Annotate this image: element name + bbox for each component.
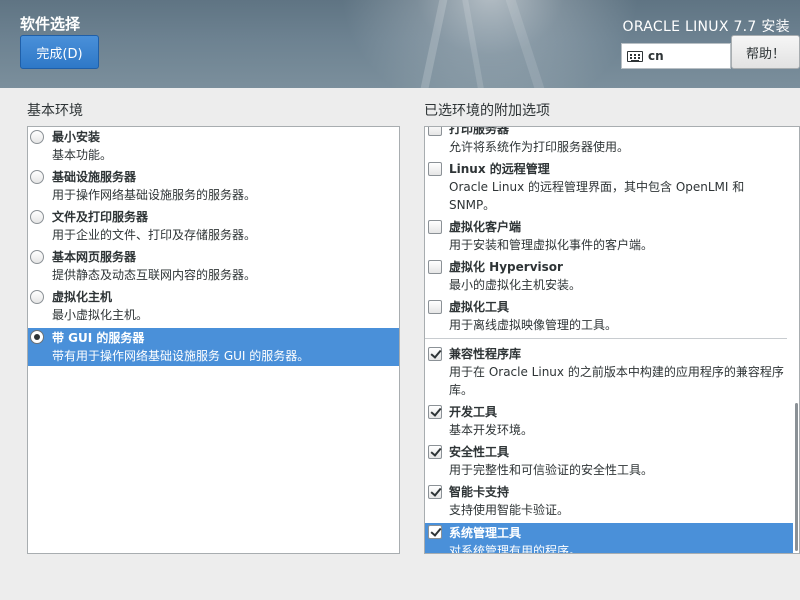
addon-item-desc: 用于安装和管理虚拟化事件的客户端。 [449,238,654,252]
base-env-heading: 基本环境 [27,103,83,119]
addon-item-desc: 基本开发环境。 [449,423,534,437]
checkbox[interactable] [428,162,442,176]
checkbox-checked[interactable] [428,445,442,459]
env-item-name: 文件及打印服务器 [52,210,149,224]
addon-item-name: 智能卡支持 [449,485,510,499]
addon-item-virtualization-hypervisor[interactable]: 虚拟化 Hypervisor 最小的虚拟化主机安装。 [425,258,793,294]
addon-item-name: 安全性工具 [449,445,510,459]
addon-item-desc: 允许将系统作为打印服务器使用。 [449,140,630,154]
addon-item-development-tools[interactable]: 开发工具 基本开发环境。 [425,403,793,439]
checkbox[interactable] [428,260,442,274]
radio-button-selected[interactable] [30,330,44,344]
addon-item-name: Linux 的远程管理 [449,162,550,176]
page-title: 软件选择 [20,15,81,33]
list-separator [425,338,787,339]
checkbox-checked[interactable] [428,525,442,539]
env-item-name: 带 GUI 的服务器 [52,331,145,345]
env-item-desc: 用于操作网络基础设施服务的服务器。 [52,188,257,202]
addon-item-name: 开发工具 [449,405,498,419]
addon-item-desc: 支持使用智能卡验证。 [449,503,570,517]
env-item-desc: 用于企业的文件、打印及存储服务器。 [52,228,257,242]
addons-list: 打印服务器 允许将系统作为打印服务器使用。 Linux 的远程管理 Oracle… [424,126,800,554]
addon-item-desc: 用于离线虚拟映像管理的工具。 [449,318,618,332]
radio-button[interactable] [30,210,44,224]
addon-item-print-server[interactable]: 打印服务器 允许将系统作为打印服务器使用。 [425,126,793,156]
addon-item-name: 兼容性程序库 [449,347,522,361]
env-item-name: 基础设施服务器 [52,170,137,184]
addon-item-virtualization-tools[interactable]: 虚拟化工具 用于离线虚拟映像管理的工具。 [425,298,793,334]
addon-item-name: 虚拟化工具 [449,300,510,314]
env-item-desc: 提供静态及动态互联网内容的服务器。 [52,268,257,282]
base-env-list: 最小安装 基本功能。 基础设施服务器 用于操作网络基础设施服务的服务器。 文件及… [27,126,400,554]
addon-item-remote-management[interactable]: Linux 的远程管理 Oracle Linux 的远程管理界面，其中包含 Op… [425,160,793,214]
keyboard-layout-label: cn [648,49,664,63]
addon-item-desc: 用于完整性和可信验证的安全性工具。 [449,463,654,477]
env-item-name: 最小安装 [52,130,101,144]
addon-item-name: 虚拟化 Hypervisor [449,260,563,274]
addon-item-security-tools[interactable]: 安全性工具 用于完整性和可信验证的安全性工具。 [425,443,793,479]
header-bar: 软件选择 完成(D) ORACLE LINUX 7.7 安装 cn 帮助！ [0,0,800,88]
env-item-desc: 基本功能。 [52,148,113,162]
env-item-infrastructure-server[interactable]: 基础设施服务器 用于操作网络基础设施服务的服务器。 [28,168,399,204]
install-title: ORACLE LINUX 7.7 安装 [622,19,790,35]
keyboard-icon [627,50,643,62]
addon-item-system-admin-tools[interactable]: 系统管理工具 对系统管理有用的程序。 [425,523,793,554]
radio-button[interactable] [30,250,44,264]
help-button[interactable]: 帮助！ [731,35,800,69]
checkbox-checked[interactable] [428,347,442,361]
checkbox-checked[interactable] [428,485,442,499]
env-item-server-with-gui[interactable]: 带 GUI 的服务器 带有用于操作网络基础设施服务 GUI 的服务器。 [28,328,399,366]
addon-item-desc: 用于在 Oracle Linux 的之前版本中构建的应用程序的兼容程序库。 [449,365,784,397]
addons-scrollbar[interactable] [795,403,798,551]
checkbox-checked[interactable] [428,405,442,419]
addon-item-desc: 最小的虚拟化主机安装。 [449,278,582,292]
checkbox[interactable] [428,300,442,314]
checkbox[interactable] [428,220,442,234]
addon-item-virtualization-client[interactable]: 虚拟化客户端 用于安装和管理虚拟化事件的客户端。 [425,218,793,254]
checkbox[interactable] [428,127,442,136]
env-item-virtualization-host[interactable]: 虚拟化主机 最小虚拟化主机。 [28,288,399,324]
addon-item-desc: Oracle Linux 的远程管理界面，其中包含 OpenLMI 和 SNMP… [449,180,745,212]
env-item-minimal[interactable]: 最小安装 基本功能。 [28,128,399,164]
header-light-decoration [340,0,640,88]
addon-item-name: 打印服务器 [449,126,510,136]
addon-item-smart-card-support[interactable]: 智能卡支持 支持使用智能卡验证。 [425,483,793,519]
radio-button[interactable] [30,130,44,144]
env-item-desc: 带有用于操作网络基础设施服务 GUI 的服务器。 [52,349,310,363]
radio-button[interactable] [30,290,44,304]
env-item-desc: 最小虚拟化主机。 [52,308,149,322]
addon-item-desc: 对系统管理有用的程序。 [449,544,582,554]
keyboard-layout-indicator[interactable]: cn [621,43,731,69]
addon-item-name: 系统管理工具 [449,526,522,540]
addons-heading: 已选环境的附加选项 [424,103,550,119]
done-button[interactable]: 完成(D) [20,35,99,69]
env-item-file-print-server[interactable]: 文件及打印服务器 用于企业的文件、打印及存储服务器。 [28,208,399,244]
addon-item-compat-libraries[interactable]: 兼容性程序库 用于在 Oracle Linux 的之前版本中构建的应用程序的兼容… [425,345,793,399]
env-item-name: 基本网页服务器 [52,250,137,264]
radio-button[interactable] [30,170,44,184]
env-item-name: 虚拟化主机 [52,290,113,304]
addon-item-name: 虚拟化客户端 [449,220,522,234]
env-item-web-server[interactable]: 基本网页服务器 提供静态及动态互联网内容的服务器。 [28,248,399,284]
